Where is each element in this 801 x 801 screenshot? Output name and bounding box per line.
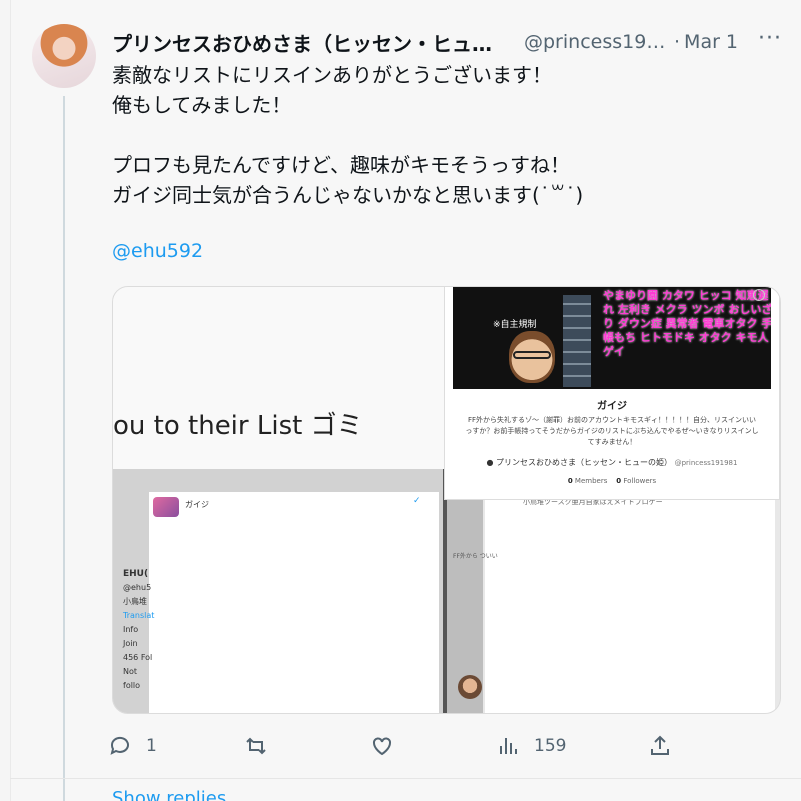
mini-profile-handle: @ehu5 xyxy=(123,583,152,592)
members-count: 0 xyxy=(567,477,573,485)
mini-profile-joined: Join xyxy=(123,639,138,648)
author-display-name[interactable]: プリンセスおひめさま（ヒッセン・ヒュー... xyxy=(112,28,510,57)
views-count: 159 xyxy=(534,736,567,756)
screenshot-inner-card-right xyxy=(485,492,775,713)
author-handle[interactable]: @princess191... xyxy=(524,31,670,53)
mini-profile-info: Info xyxy=(123,625,139,634)
screenshot-inner-card-left xyxy=(149,492,439,713)
list-owner-name: プリンセスおひめさま（ヒッセン・ヒューの姫） xyxy=(496,458,673,467)
banner-words: やまゆり園 カタワ ヒッコ 知恵遅れ 左利き メクラ ツンボ おしいざり ダウン… xyxy=(603,289,771,358)
list-card: ※自主規制 やまゆり園 カタワ ヒッコ 知恵遅れ 左利き メクラ ツンボ おしい… xyxy=(445,287,779,499)
separator-dot: · xyxy=(674,31,681,53)
tweet-line: プロフも見たんですけど、趣味がキモそうっすね！ xyxy=(112,153,570,177)
tweet-text: 素敵なリストにリスインありがとうございます！ 俺もしてみました！ プロフも見たん… xyxy=(112,60,772,210)
banner-caption: ※自主規制 xyxy=(493,320,537,330)
screenshot-left-panel: ou to their List ゴミ xyxy=(113,287,447,469)
tweet-actions: 1 159 xyxy=(108,730,678,762)
tweet-divider xyxy=(10,778,801,779)
tweet-line: ガイジ同士気が合うんじゃないかなと思います(˙꒳˙) xyxy=(112,183,584,207)
list-name: ガイジ xyxy=(597,401,627,412)
owner-avatar-icon: ● xyxy=(486,458,494,467)
tweet-date[interactable]: Mar 1 xyxy=(684,31,738,53)
list-banner-image: ※自主規制 やまゆり園 カタワ ヒッコ 知恵遅れ 左利き メクラ ツンボ おしい… xyxy=(453,287,771,389)
author-avatar[interactable] xyxy=(32,24,96,88)
screenshot-left-text: ou to their List ゴミ xyxy=(113,411,363,441)
mini-list-avatar xyxy=(153,497,179,517)
screenshot-mini-profile: EHU( @ehu5 小鳥堆 Translat Info Join 456 Fo… xyxy=(123,567,155,693)
followers-count: 0 xyxy=(616,477,622,485)
mini-profile-bio: 小鳥堆 xyxy=(123,597,147,606)
tweet-header: プリンセスおひめさま（ヒッセン・ヒュー... @princess191... ·… xyxy=(112,28,792,56)
views-icon xyxy=(500,738,517,754)
screenshot-small-avatar xyxy=(458,675,482,699)
heart-icon xyxy=(373,737,391,756)
retweet-icon xyxy=(246,737,266,755)
list-description: FF外から失礼するゾ～（謝罪）お前のアカウントキモスギィ！！！！！自分、リスイン… xyxy=(465,416,759,446)
tweet-line: 俺もしてみました！ xyxy=(112,93,292,117)
followers-label: Followers xyxy=(623,477,657,485)
list-owner: ● プリンセスおひめさま（ヒッセン・ヒューの姫） @princess191981 xyxy=(445,457,779,468)
tweet-media-image[interactable]: ou to their List ゴミ ガイジ ✓ 小鳥堆ツースク亜月自家ほえメ… xyxy=(112,286,781,714)
screenshot-right-snippet-2: FF外から ついい xyxy=(453,553,498,560)
share-icon xyxy=(651,735,669,755)
mini-profile-not-following: Not follo xyxy=(123,667,141,690)
banner-glasses xyxy=(513,351,551,359)
mini-profile-name: EHU( xyxy=(123,569,149,579)
reply-button[interactable]: 1 xyxy=(108,730,157,762)
more-horizontal-icon[interactable]: ··· xyxy=(758,26,782,51)
reply-icon xyxy=(110,736,129,755)
tweet-line: 素敵なリストにリスインありがとうございます！ xyxy=(112,63,552,87)
like-button[interactable] xyxy=(370,730,394,762)
mini-list-name: ガイジ xyxy=(185,500,209,509)
check-icon: ✓ xyxy=(413,496,421,506)
mini-profile-following: 456 Fol xyxy=(123,653,153,662)
members-label: Members xyxy=(574,477,608,485)
mini-profile-translate: Translat xyxy=(123,611,155,620)
retweet-button[interactable] xyxy=(244,730,268,762)
tweet-line xyxy=(112,120,772,150)
show-replies-link[interactable]: Show replies xyxy=(112,788,226,801)
share-button[interactable] xyxy=(648,730,672,762)
reply-count: 1 xyxy=(146,736,157,756)
banner-inventory-grid xyxy=(563,295,591,387)
thread-line xyxy=(63,96,65,801)
views-button[interactable]: 159 xyxy=(496,730,566,762)
list-owner-handle: @princess191981 xyxy=(674,459,738,467)
list-stats: 0 Members 0 Followers xyxy=(445,477,779,485)
mention-link[interactable]: @ehu592 xyxy=(112,240,203,262)
banner-logo-icon xyxy=(753,289,765,301)
